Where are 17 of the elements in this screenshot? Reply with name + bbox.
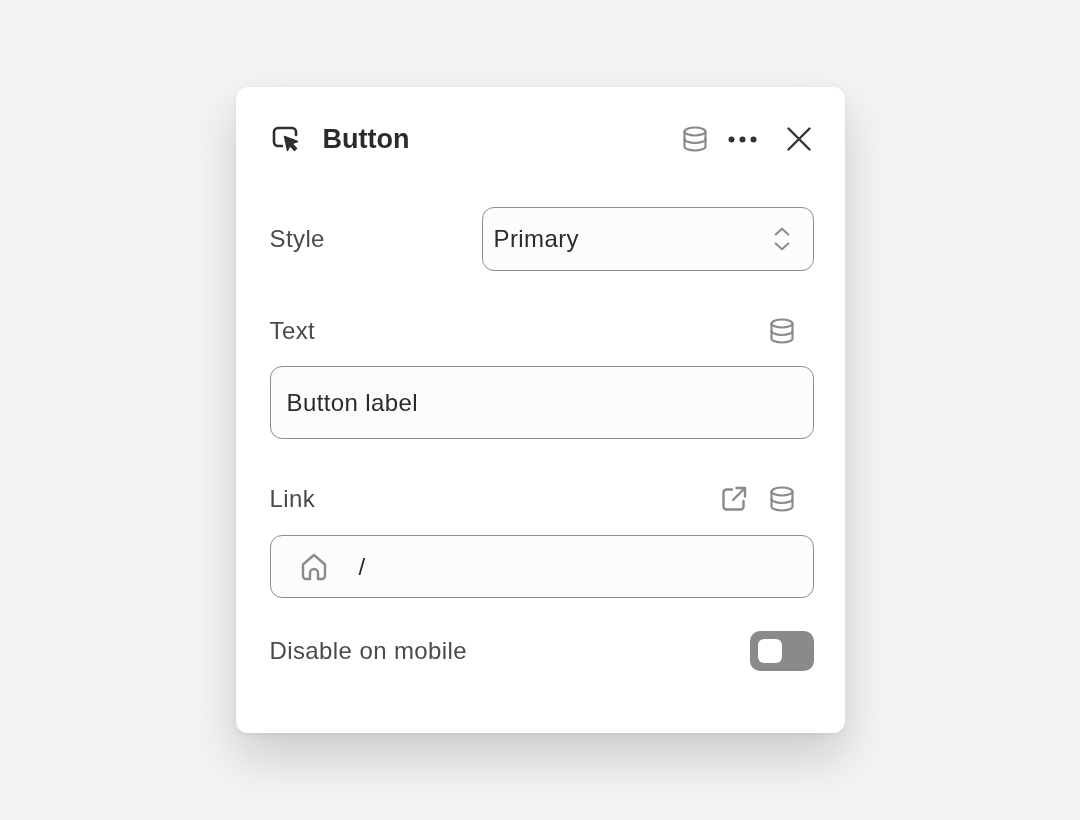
field-label: Link [269, 485, 316, 513]
database-icon[interactable] [768, 318, 795, 344]
more-icon[interactable] [727, 135, 757, 143]
home-icon [300, 552, 327, 581]
text-input[interactable]: Button label [269, 366, 814, 439]
chevron-updown-icon [772, 226, 791, 252]
field-label: Style [269, 225, 325, 253]
close-icon[interactable] [786, 127, 811, 151]
panel-title: Button [322, 123, 410, 155]
external-link-icon[interactable] [720, 486, 747, 512]
database-icon[interactable] [681, 126, 708, 152]
link-input[interactable]: / [269, 535, 814, 598]
toggle-switch[interactable] [749, 631, 814, 671]
field-label: Disable on mobile [269, 637, 468, 665]
field-label: Text [269, 317, 316, 345]
style-select[interactable]: Primary [481, 207, 814, 271]
database-icon[interactable] [768, 486, 795, 512]
